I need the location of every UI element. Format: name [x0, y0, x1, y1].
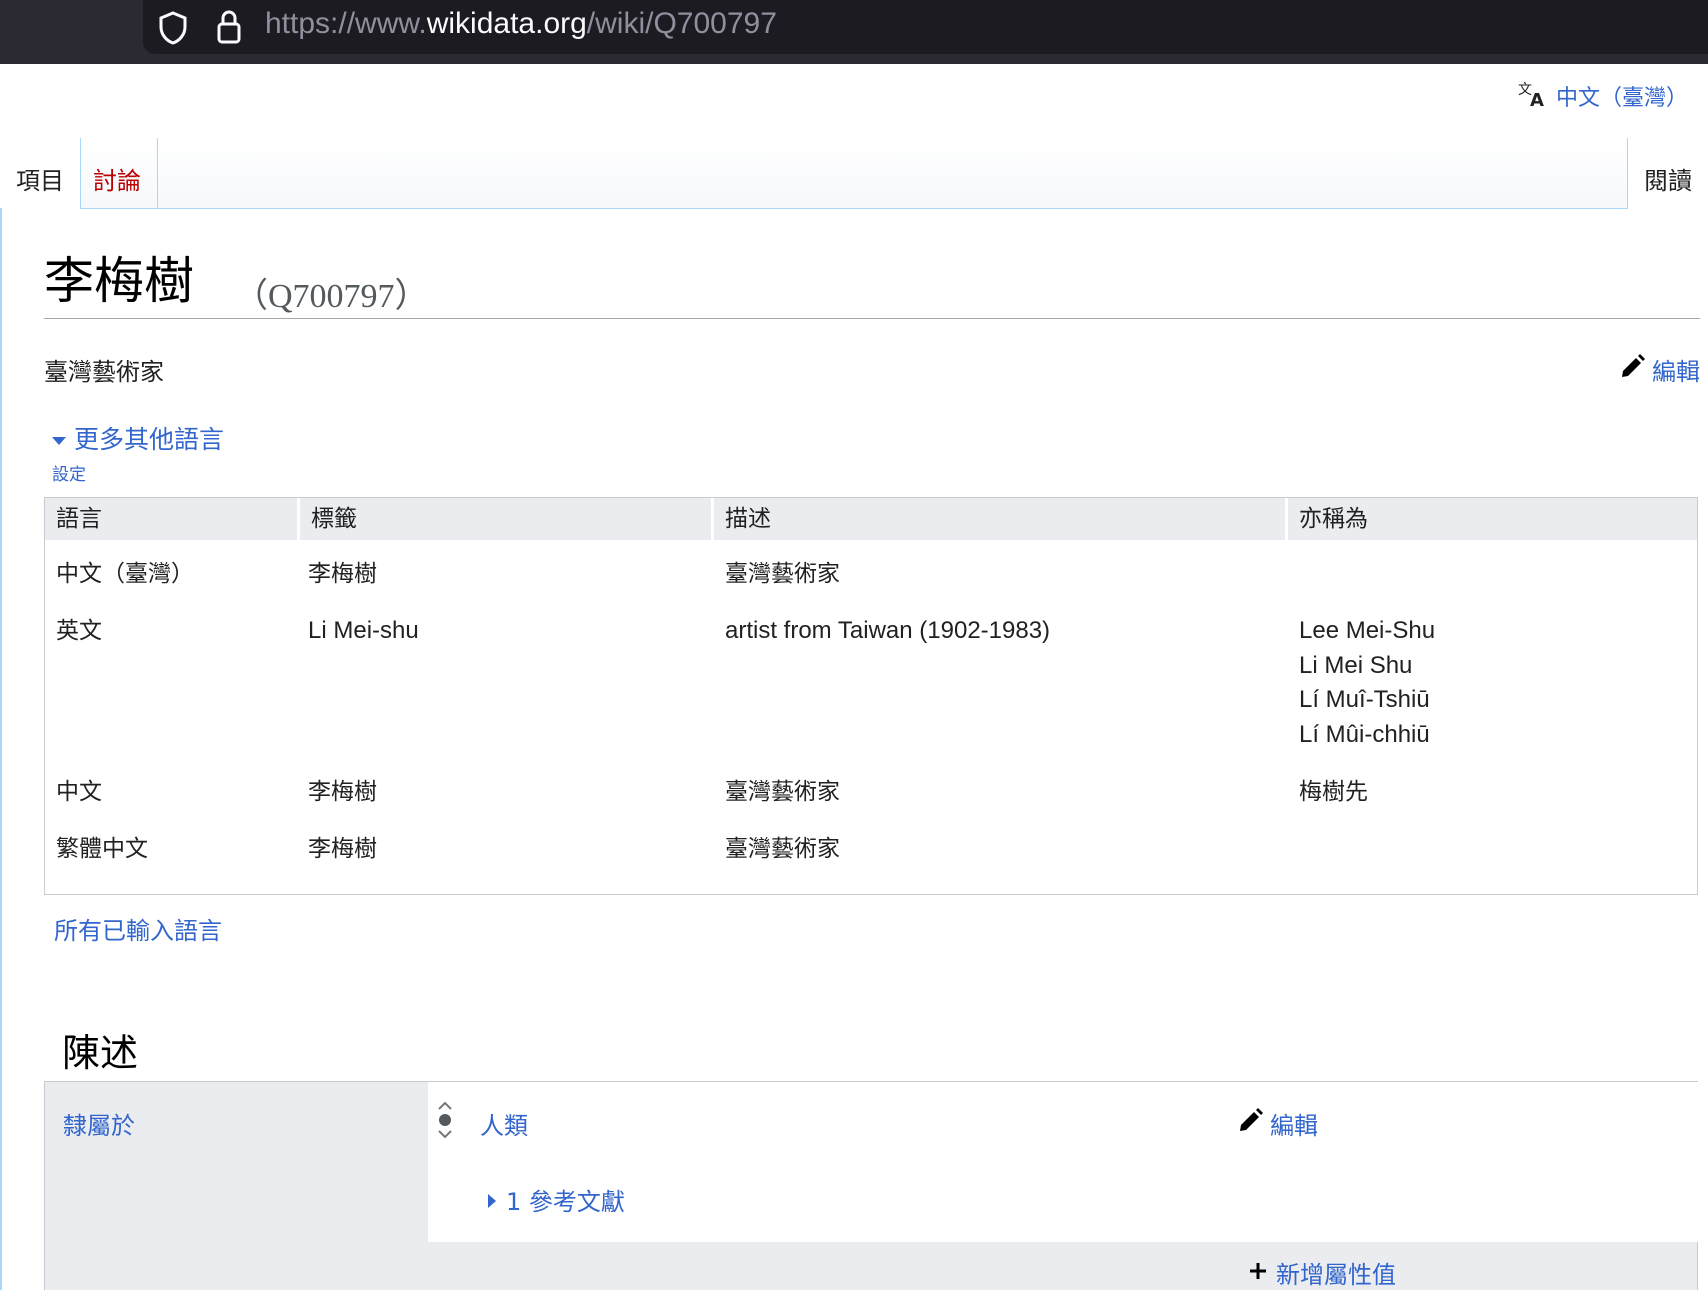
- header-description: 描述: [711, 498, 1285, 540]
- value-human-link[interactable]: 人類: [480, 1106, 528, 1141]
- cell-label: 李梅樹: [308, 836, 377, 862]
- cell-aliases: Lee Mei-Shu Li Mei Shu Lí Muî-Tshiū Lí M…: [1288, 614, 1435, 752]
- triangle-right-icon: [488, 1186, 498, 1214]
- more-languages-label: 更多其他語言: [74, 425, 225, 454]
- url-host: wikidata.org: [426, 7, 587, 40]
- cell-language: 中文（臺灣）: [56, 561, 194, 587]
- alias: 梅樹先: [1299, 779, 1368, 805]
- pencil-icon: [1236, 1107, 1264, 1141]
- statements-heading: 陳述: [62, 1031, 139, 1075]
- references-toggle[interactable]: 1 參考文獻: [488, 1182, 625, 1217]
- alias: Lí Muî-Tshiū: [1299, 686, 1430, 713]
- content-left-border: [0, 208, 2, 1290]
- svg-text:A: A: [1530, 90, 1544, 108]
- translate-icon: 文 A: [1518, 80, 1548, 112]
- tab-talk[interactable]: 討論: [77, 138, 158, 208]
- tab-item[interactable]: 項目: [0, 138, 81, 209]
- plus-icon: [1248, 1259, 1268, 1287]
- statement-group: 隸屬於 人類 編輯 1 參考文獻 新增屬性值: [44, 1081, 1698, 1290]
- cell-label: 李梅樹: [308, 561, 377, 587]
- statement-value-box: 人類 編輯 1 參考文獻: [428, 1082, 1698, 1242]
- browser-toolbar: https://www.wikidata.org/wiki/Q700797: [0, 0, 1708, 64]
- references-label: 1 參考文獻: [506, 1188, 625, 1216]
- alias: Lí Mûi-chhiū: [1299, 720, 1430, 748]
- url-path: /wiki/Q700797: [586, 7, 777, 40]
- edit-statement-label: 編輯: [1270, 1112, 1318, 1140]
- shield-icon[interactable]: [157, 10, 189, 50]
- page-tabs: 項目 討論 閱讀: [0, 138, 1708, 209]
- more-languages-toggle[interactable]: 更多其他語言: [52, 420, 224, 456]
- url-prefix: https://www.: [265, 7, 427, 40]
- triangle-down-icon: [52, 424, 66, 453]
- header-language: 語言: [56, 506, 102, 532]
- cell-label: 李梅樹: [308, 779, 377, 805]
- page-heading: 李梅樹 （Q700797）: [44, 248, 1700, 319]
- add-value-button[interactable]: 新增屬性值: [1248, 1255, 1396, 1290]
- language-selector[interactable]: 文 A 中文（臺灣）: [1518, 80, 1688, 112]
- all-entered-languages-link[interactable]: 所有已輸入語言: [54, 911, 222, 946]
- rank-selector-icon[interactable]: [436, 1100, 454, 1144]
- url-text[interactable]: https://www.wikidata.org/wiki/Q700797: [265, 6, 777, 42]
- lock-icon[interactable]: [215, 8, 243, 50]
- terms-table-header: 語言 標籤 描述 亦稱為: [45, 498, 1697, 540]
- add-value-label: 新增屬性值: [1276, 1261, 1396, 1289]
- language-selector-label: 中文（臺灣）: [1555, 86, 1688, 111]
- edit-terms-label: 編輯: [1652, 358, 1700, 386]
- cell-language: 繁體中文: [56, 836, 148, 862]
- address-bar[interactable]: https://www.wikidata.org/wiki/Q700797: [143, 0, 1708, 54]
- terms-table: 語言 標籤 描述 亦稱為 中文（臺灣） 李梅樹 臺灣藝術家 英文 Li Mei-…: [44, 497, 1698, 895]
- alias: Li Mei Shu: [1299, 651, 1413, 679]
- property-instance-of-link[interactable]: 隸屬於: [63, 1106, 135, 1141]
- cell-language: 英文: [56, 618, 102, 644]
- cell-language: 中文: [56, 779, 102, 805]
- header-aliases: 亦稱為: [1285, 498, 1697, 540]
- alias: Lee Mei-Shu: [1299, 617, 1436, 644]
- pencil-icon: [1618, 353, 1646, 387]
- tab-read[interactable]: 閱讀: [1627, 138, 1708, 209]
- entity-description: 臺灣藝術家: [44, 358, 164, 386]
- edit-statement-button[interactable]: 編輯: [1236, 1106, 1318, 1141]
- settings-link[interactable]: 設定: [52, 460, 86, 485]
- cell-description: 臺灣藝術家: [725, 779, 840, 805]
- cell-label: Li Mei-shu: [308, 617, 419, 644]
- cell-description: 臺灣藝術家: [725, 561, 840, 587]
- header-label: 標籤: [297, 498, 711, 540]
- cell-description: artist from Taiwan (1902-1983): [725, 617, 1051, 644]
- cell-description: 臺灣藝術家: [725, 836, 840, 862]
- entity-id: （Q700797）: [234, 278, 429, 315]
- entity-label: 李梅樹: [44, 252, 194, 310]
- edit-terms-button[interactable]: 編輯: [1618, 352, 1700, 387]
